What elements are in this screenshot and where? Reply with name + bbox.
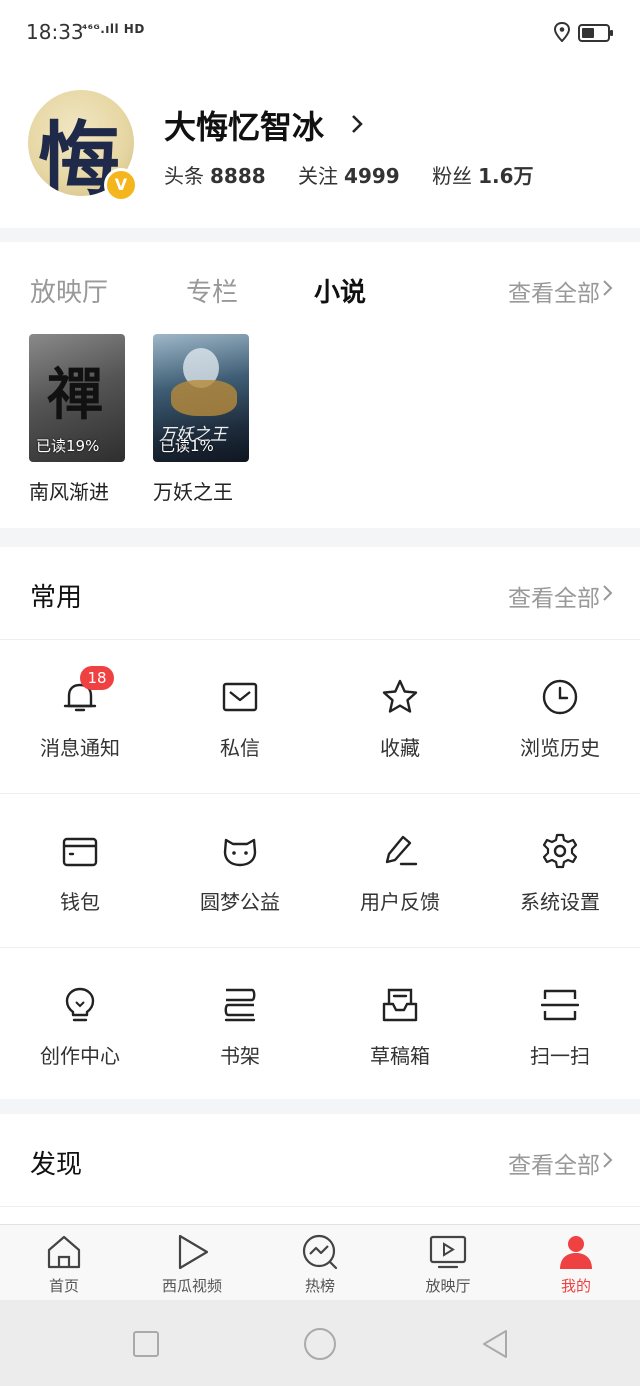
section-title: 发现 <box>30 1150 83 1180</box>
read-progress: 已读19% <box>36 437 100 455</box>
location-icon <box>553 22 571 42</box>
grid-row: 18 消息通知 私信 收藏 浏览历史 <box>0 639 640 793</box>
person-icon <box>560 1236 592 1269</box>
username[interactable]: 大悔忆智冰 <box>164 102 324 148</box>
book-cover[interactable]: 万妖之王 已读1% <box>153 334 249 462</box>
tab-label: 放映厅 <box>425 1277 471 1295</box>
grid-item-charity[interactable]: 圆梦公益 <box>160 794 320 947</box>
status-bar: 18:33 ⁴⁶ᴳ.ıll HD <box>0 0 640 64</box>
cover-creature <box>171 380 237 416</box>
read-progress: 已读1% <box>160 437 214 455</box>
verified-badge: V <box>104 168 138 202</box>
tab-xigua-video[interactable]: 西瓜视频 <box>128 1225 256 1301</box>
play-icon <box>178 1234 209 1270</box>
notification-badge: 18 <box>80 666 114 690</box>
tab-label: 首页 <box>48 1277 79 1295</box>
status-time: 18:33 <box>26 20 84 44</box>
view-all-link[interactable]: 查看全部 <box>508 579 600 613</box>
recents-icon[interactable] <box>132 1330 160 1358</box>
tab-label: 热榜 <box>304 1277 335 1295</box>
book-cover[interactable]: 禪 已读19% <box>29 334 125 462</box>
network-indicator: ⁴⁶ᴳ.ıll HD <box>82 22 145 36</box>
bookshelf-icon <box>224 988 256 1022</box>
tab-novel[interactable]: 小说 <box>314 272 366 309</box>
chevron-right-icon[interactable] <box>602 278 614 298</box>
home-icon <box>47 1235 81 1269</box>
book-title: 万妖之王 <box>153 480 233 504</box>
grid-item-label: 创作中心 <box>40 1044 120 1068</box>
grid-item-history[interactable]: 浏览历史 <box>480 640 640 793</box>
tab-theater[interactable]: 放映厅 <box>30 272 108 309</box>
system-nav-bar <box>0 1300 640 1386</box>
tab-mine[interactable]: 我的 <box>512 1225 640 1301</box>
tab-theater[interactable]: 放映厅 <box>384 1225 512 1301</box>
battery-icon <box>578 24 613 42</box>
grid-item-label: 消息通知 <box>40 736 120 760</box>
chevron-right-icon[interactable] <box>350 112 364 136</box>
gear-icon <box>542 833 578 869</box>
bottom-tab-bar: 首页 西瓜视频 热榜 放映厅 我的 <box>0 1224 640 1301</box>
grid-item-label: 圆梦公益 <box>200 890 280 914</box>
divider <box>0 1206 640 1207</box>
star-icon <box>382 679 418 713</box>
grid-item-feedback[interactable]: 用户反馈 <box>320 794 480 947</box>
tab-column[interactable]: 专栏 <box>186 272 238 309</box>
stat-following[interactable]: 关注 4999 <box>298 160 400 189</box>
grid-item-label: 用户反馈 <box>360 890 440 914</box>
grid-item-label: 钱包 <box>60 890 100 914</box>
scan-icon <box>541 989 579 1021</box>
grid-item-wallet[interactable]: 钱包 <box>0 794 160 947</box>
pen-icon <box>385 835 418 866</box>
content-card: 放映厅 专栏 小说 查看全部 禪 已读19% 南风渐进 万妖之王 已读1% 万妖… <box>0 242 640 528</box>
grid-item-label: 书架 <box>220 1044 260 1068</box>
grid-item-notifications[interactable]: 18 消息通知 <box>0 640 160 793</box>
book-title: 南风渐进 <box>29 480 109 504</box>
inbox-icon <box>382 988 418 1022</box>
grid-item-label: 私信 <box>220 736 260 760</box>
cat-face-icon <box>223 838 257 867</box>
clock-icon <box>542 679 578 715</box>
home-nav-icon[interactable] <box>303 1327 337 1361</box>
grid-row: 创作中心 书架 草稿箱 扫一扫 <box>0 947 640 1101</box>
profile-stats: 头条 8888 关注 4999 粉丝 1.6万 <box>164 160 560 189</box>
section-title: 常用 <box>30 583 83 613</box>
tab-home[interactable]: 首页 <box>0 1225 128 1301</box>
grid-item-creator-center[interactable]: 创作中心 <box>0 948 160 1101</box>
stat-followers[interactable]: 粉丝 1.6万 <box>432 160 533 189</box>
grid-item-messages[interactable]: 私信 <box>160 640 320 793</box>
stat-posts[interactable]: 头条 8888 <box>164 160 266 189</box>
grid-item-label: 草稿箱 <box>370 1044 430 1068</box>
tab-label: 我的 <box>560 1277 591 1295</box>
book-item[interactable]: 万妖之王 已读1% 万妖之王 <box>153 334 249 505</box>
view-all-link[interactable]: 查看全部 <box>508 274 600 308</box>
lightbulb-icon <box>65 987 95 1022</box>
trending-icon <box>302 1234 338 1270</box>
back-icon[interactable] <box>480 1328 510 1360</box>
tab-trending[interactable]: 热榜 <box>256 1225 384 1301</box>
book-item[interactable]: 禪 已读19% 南风渐进 <box>29 334 125 505</box>
profile-header[interactable]: 悔 V 大悔忆智冰 头条 8888 关注 4999 粉丝 1.6万 <box>0 64 640 228</box>
grid-item-bookshelf[interactable]: 书架 <box>160 948 320 1101</box>
cover-glyph: 禪 <box>47 362 103 428</box>
common-section: 常用 查看全部 18 消息通知 私信 收藏 浏览历史 钱包 圆梦公益 用户反馈 … <box>0 547 640 1099</box>
grid-item-settings[interactable]: 系统设置 <box>480 794 640 947</box>
grid-item-label: 扫一扫 <box>530 1044 590 1068</box>
grid-row: 钱包 圆梦公益 用户反馈 系统设置 <box>0 793 640 947</box>
tv-icon <box>429 1235 467 1269</box>
tab-label: 西瓜视频 <box>161 1277 222 1295</box>
grid-item-label: 浏览历史 <box>520 736 600 760</box>
wallet-icon <box>62 837 98 867</box>
mail-icon <box>222 682 258 712</box>
chevron-right-icon[interactable] <box>602 1150 614 1170</box>
grid-item-scan[interactable]: 扫一扫 <box>480 948 640 1101</box>
view-all-link[interactable]: 查看全部 <box>508 1146 600 1180</box>
chevron-right-icon[interactable] <box>602 583 614 603</box>
discover-section: 发现 查看全部 <box>0 1114 640 1224</box>
grid-item-drafts[interactable]: 草稿箱 <box>320 948 480 1101</box>
grid-item-label: 系统设置 <box>520 890 600 914</box>
grid-item-favorites[interactable]: 收藏 <box>320 640 480 793</box>
grid-item-label: 收藏 <box>380 736 420 760</box>
